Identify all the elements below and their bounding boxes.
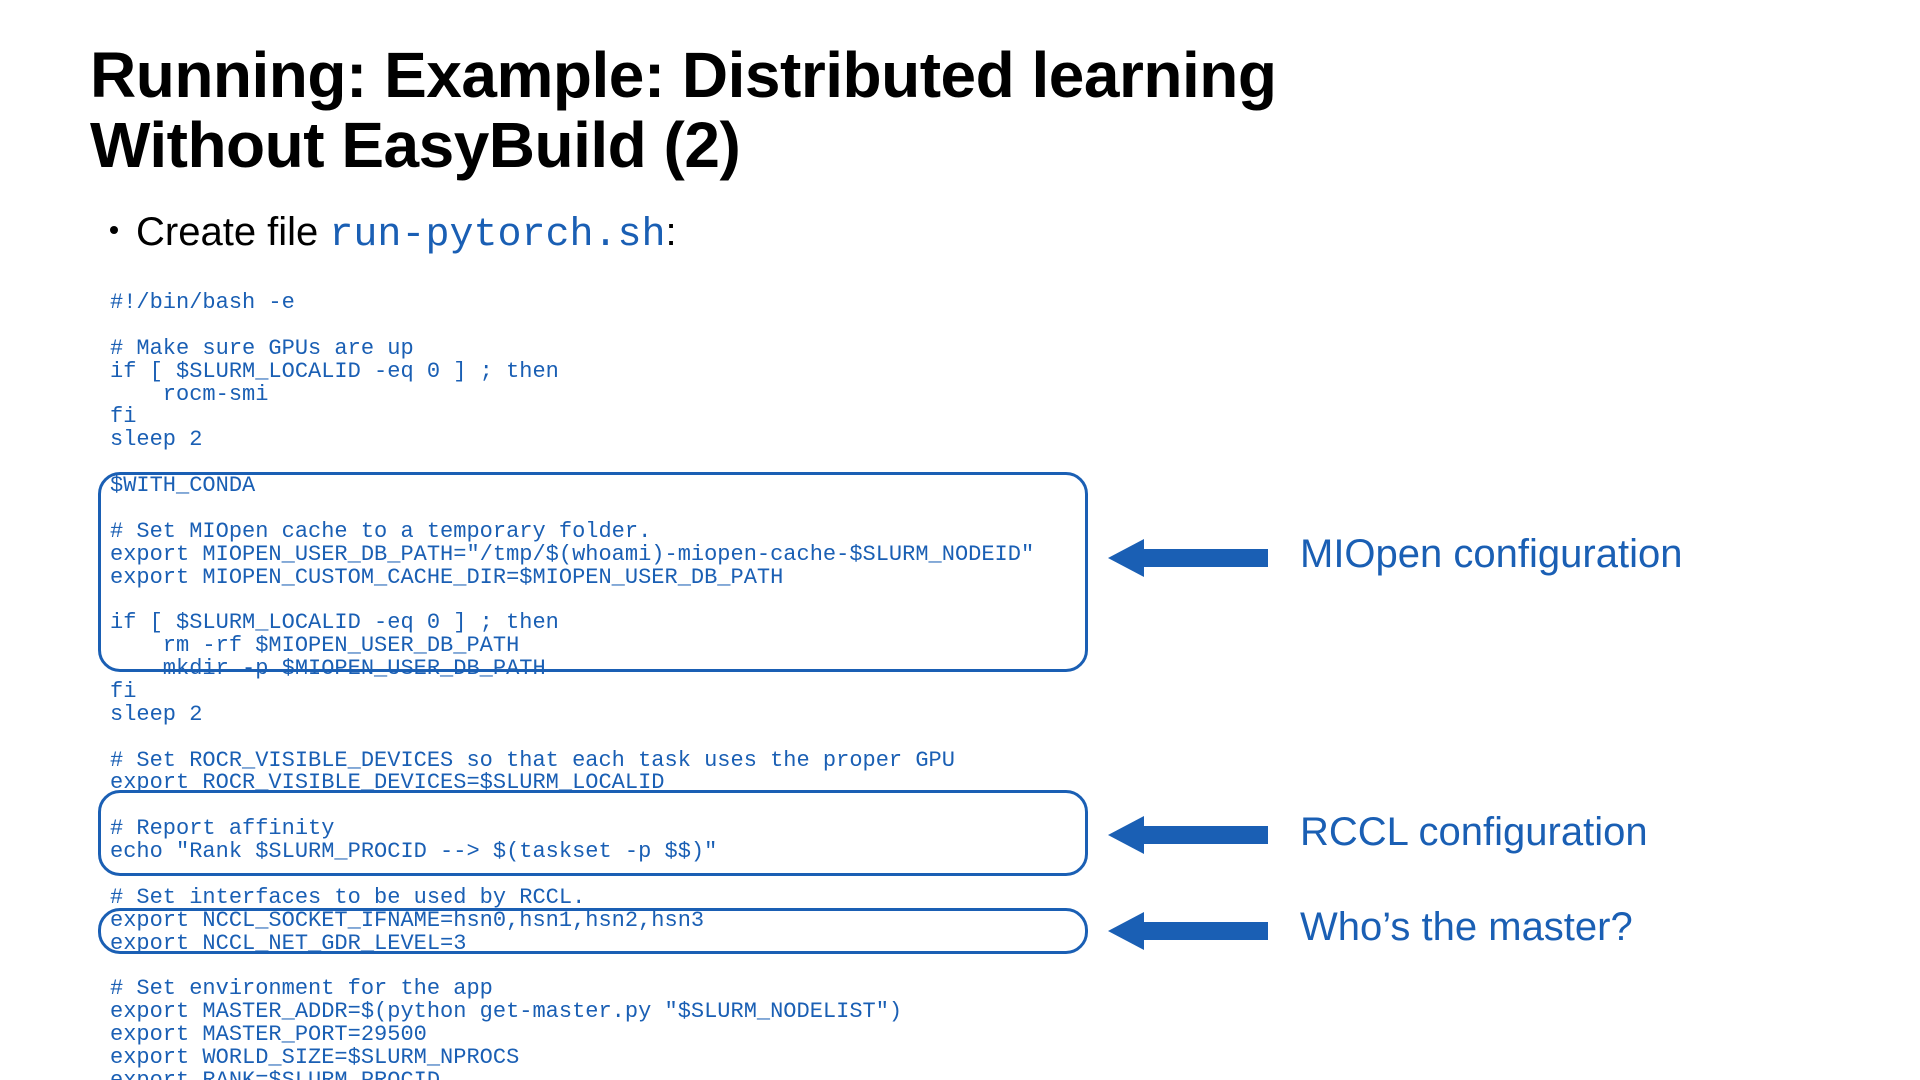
- slide: Running: Example: Distributed learning W…: [0, 0, 1920, 1080]
- annotation-rccl: RCCL configuration: [1300, 810, 1648, 855]
- annotation-miopen: MIOpen configuration: [1300, 532, 1682, 577]
- bullet-prefix: Create file: [136, 210, 329, 254]
- annotation-master: Who’s the master?: [1300, 905, 1633, 950]
- script-filename: run-pytorch.sh: [329, 213, 665, 258]
- title-line-1: Running: Example: Distributed learning: [90, 39, 1276, 111]
- code-block: #!/bin/bash -e # Make sure GPUs are up i…: [110, 292, 1034, 1080]
- bullet-line: Create file run-pytorch.sh:: [110, 210, 677, 258]
- bullet-dot-icon: [110, 226, 118, 234]
- bullet-suffix: :: [665, 210, 676, 254]
- slide-title: Running: Example: Distributed learning W…: [90, 40, 1830, 181]
- title-line-2: Without EasyBuild (2): [90, 109, 740, 181]
